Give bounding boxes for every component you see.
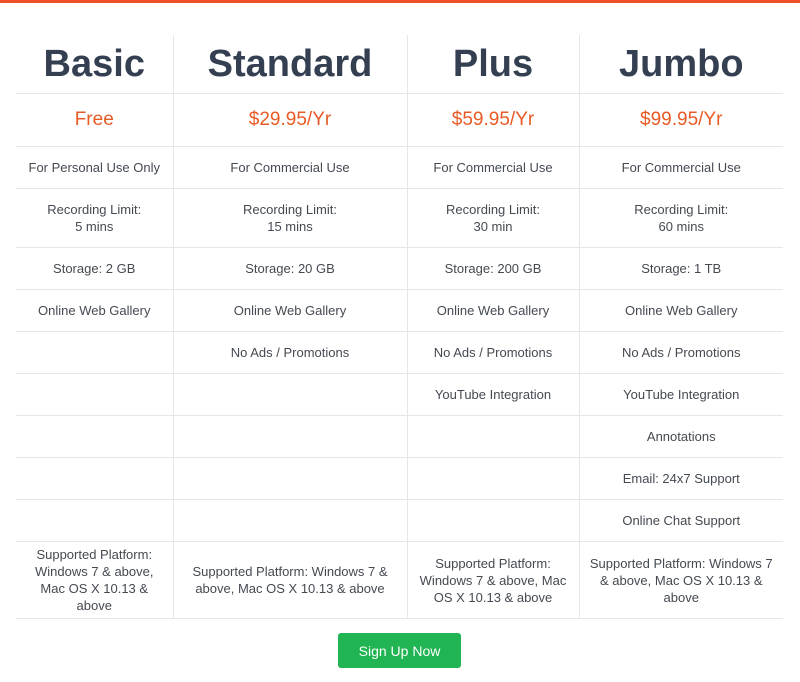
recording-limit-label: Recording Limit: — [634, 202, 729, 217]
usage-cell: For Commercial Use — [172, 146, 407, 189]
plan-price: Free — [16, 93, 173, 147]
pricing-table: Basic Standard Plus Jumbo Free $29.95/Yr $59.9… — [16, 35, 783, 619]
recording-limit-row: Recording Limit: 5 mins Recording Limit: 15… — [16, 188, 783, 248]
youtube-row: YouTube Integration YouTube Integration — [16, 373, 783, 416]
plan-name: Jumbo — [578, 35, 783, 94]
annotations-cell: Annotations — [578, 415, 783, 458]
youtube-cell — [16, 373, 173, 416]
annotations-cell — [172, 415, 407, 458]
gallery-cell: Online Web Gallery — [172, 289, 407, 332]
plan-price-row: Free $29.95/Yr $59.95/Yr $99.95/Yr — [16, 93, 783, 147]
platform-row: Supported Platform: Windows 7 & above, M… — [16, 541, 783, 619]
chat-support-cell: Online Chat Support — [578, 499, 783, 542]
no-ads-cell: No Ads / Promotions — [406, 331, 579, 374]
recording-limit-value: 5 mins — [75, 219, 114, 234]
annotations-cell — [406, 415, 579, 458]
recording-limit-cell: Recording Limit: 5 mins — [16, 188, 173, 248]
platform-cell: Supported Platform: Windows 7 & above, M… — [406, 541, 579, 619]
plan-price: $99.95/Yr — [578, 93, 783, 147]
chat-support-cell — [172, 499, 407, 542]
annotations-row: Annotations — [16, 415, 783, 458]
no-ads-cell: No Ads / Promotions — [172, 331, 407, 374]
platform-cell: Supported Platform: Windows 7 & above, M… — [172, 541, 407, 619]
recording-limit-value: 60 mins — [658, 219, 705, 234]
gallery-cell: Online Web Gallery — [16, 289, 173, 332]
plan-name-row: Basic Standard Plus Jumbo — [16, 35, 783, 94]
recording-limit-cell: Recording Limit: 60 mins — [578, 188, 783, 248]
usage-cell: For Personal Use Only — [16, 146, 173, 189]
chat-support-row: Online Chat Support — [16, 499, 783, 542]
recording-limit-cell: Recording Limit: 30 min — [406, 188, 579, 248]
email-support-cell — [406, 457, 579, 500]
storage-cell: Storage: 200 GB — [406, 247, 579, 290]
email-support-row: Email: 24x7 Support — [16, 457, 783, 500]
storage-row: Storage: 2 GB Storage: 20 GB Storage: 200 … — [16, 247, 783, 290]
plan-name: Plus — [406, 35, 579, 94]
plan-price: $59.95/Yr — [406, 93, 579, 147]
top-accent-bar — [0, 0, 800, 3]
storage-cell: Storage: 20 GB — [172, 247, 407, 290]
recording-limit-cell: Recording Limit: 15 mins — [172, 188, 407, 248]
plan-name: Basic — [16, 35, 173, 94]
gallery-cell: Online Web Gallery — [406, 289, 579, 332]
sign-up-now-button[interactable]: Sign Up Now — [338, 633, 461, 668]
youtube-cell: YouTube Integration — [578, 373, 783, 416]
plan-name: Standard — [172, 35, 407, 94]
gallery-row: Online Web Gallery Online Web Gallery Onli… — [16, 289, 783, 332]
recording-limit-label: Recording Limit: — [446, 202, 540, 217]
email-support-cell: Email: 24x7 Support — [578, 457, 783, 500]
youtube-cell — [172, 373, 407, 416]
youtube-cell: YouTube Integration — [406, 373, 579, 416]
usage-cell: For Commercial Use — [578, 146, 783, 189]
storage-cell: Storage: 2 GB — [16, 247, 173, 290]
email-support-cell — [16, 457, 173, 500]
storage-cell: Storage: 1 TB — [578, 247, 783, 290]
recording-limit-value: 15 mins — [267, 219, 313, 234]
no-ads-row: No Ads / Promotions No Ads / Promotions No… — [16, 331, 783, 374]
email-support-cell — [172, 457, 407, 500]
chat-support-cell — [406, 499, 579, 542]
gallery-cell: Online Web Gallery — [578, 289, 783, 332]
usage-row: For Personal Use Only For Commercial Use F… — [16, 146, 783, 189]
recording-limit-label: Recording Limit: — [47, 202, 142, 217]
recording-limit-value: 30 min — [473, 219, 513, 234]
chat-support-cell — [16, 499, 173, 542]
no-ads-cell — [16, 331, 173, 374]
annotations-cell — [16, 415, 173, 458]
plan-price: $29.95/Yr — [172, 93, 407, 147]
usage-cell: For Commercial Use — [406, 146, 579, 189]
recording-limit-label: Recording Limit: — [243, 202, 337, 217]
no-ads-cell: No Ads / Promotions — [578, 331, 783, 374]
platform-cell: Supported Platform: Windows 7 & above, M… — [578, 541, 783, 619]
platform-cell: Supported Platform: Windows 7 & above, M… — [16, 541, 173, 619]
